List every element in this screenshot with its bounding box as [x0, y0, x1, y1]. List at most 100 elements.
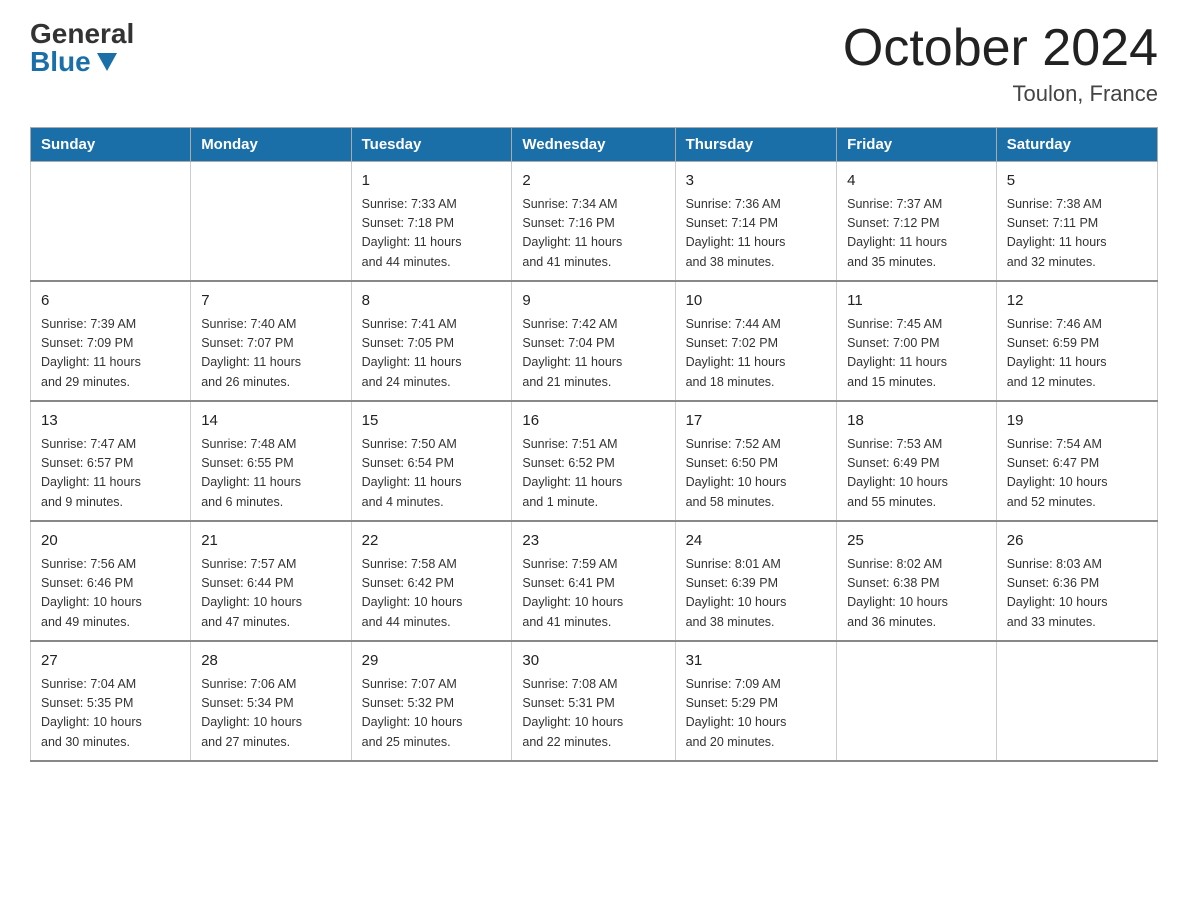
day-number: 6: [41, 290, 180, 313]
day-info: Sunrise: 7:46 AM Sunset: 6:59 PM Dayligh…: [1007, 315, 1147, 393]
day-info: Sunrise: 7:37 AM Sunset: 7:12 PM Dayligh…: [847, 195, 986, 273]
day-number: 9: [522, 290, 664, 313]
day-number: 8: [362, 290, 502, 313]
calendar-cell: 5Sunrise: 7:38 AM Sunset: 7:11 PM Daylig…: [996, 162, 1157, 282]
calendar-cell: 13Sunrise: 7:47 AM Sunset: 6:57 PM Dayli…: [31, 401, 191, 521]
calendar-cell: [837, 641, 997, 761]
day-info: Sunrise: 7:51 AM Sunset: 6:52 PM Dayligh…: [522, 435, 664, 513]
day-info: Sunrise: 7:08 AM Sunset: 5:31 PM Dayligh…: [522, 675, 664, 753]
day-number: 16: [522, 410, 664, 433]
weekday-header-monday: Monday: [191, 128, 351, 162]
day-number: 11: [847, 290, 986, 313]
day-info: Sunrise: 7:06 AM Sunset: 5:34 PM Dayligh…: [201, 675, 340, 753]
day-info: Sunrise: 7:42 AM Sunset: 7:04 PM Dayligh…: [522, 315, 664, 393]
calendar-header: SundayMondayTuesdayWednesdayThursdayFrid…: [31, 128, 1158, 162]
calendar-week-row: 6Sunrise: 7:39 AM Sunset: 7:09 PM Daylig…: [31, 281, 1158, 401]
weekday-header-sunday: Sunday: [31, 128, 191, 162]
day-info: Sunrise: 7:54 AM Sunset: 6:47 PM Dayligh…: [1007, 435, 1147, 513]
day-info: Sunrise: 7:36 AM Sunset: 7:14 PM Dayligh…: [686, 195, 827, 273]
calendar-week-row: 27Sunrise: 7:04 AM Sunset: 5:35 PM Dayli…: [31, 641, 1158, 761]
day-info: Sunrise: 7:39 AM Sunset: 7:09 PM Dayligh…: [41, 315, 180, 393]
day-number: 24: [686, 530, 827, 553]
calendar-cell: 24Sunrise: 8:01 AM Sunset: 6:39 PM Dayli…: [675, 521, 837, 641]
day-info: Sunrise: 7:58 AM Sunset: 6:42 PM Dayligh…: [362, 555, 502, 633]
day-number: 20: [41, 530, 180, 553]
day-info: Sunrise: 7:44 AM Sunset: 7:02 PM Dayligh…: [686, 315, 827, 393]
calendar-cell: 27Sunrise: 7:04 AM Sunset: 5:35 PM Dayli…: [31, 641, 191, 761]
day-info: Sunrise: 7:59 AM Sunset: 6:41 PM Dayligh…: [522, 555, 664, 633]
day-number: 28: [201, 650, 340, 673]
calendar-cell: 19Sunrise: 7:54 AM Sunset: 6:47 PM Dayli…: [996, 401, 1157, 521]
weekday-header-tuesday: Tuesday: [351, 128, 512, 162]
calendar-cell: 31Sunrise: 7:09 AM Sunset: 5:29 PM Dayli…: [675, 641, 837, 761]
day-number: 1: [362, 170, 502, 193]
day-number: 15: [362, 410, 502, 433]
title-area: October 2024 Toulon, France: [843, 20, 1158, 107]
day-info: Sunrise: 7:45 AM Sunset: 7:00 PM Dayligh…: [847, 315, 986, 393]
calendar-cell: 10Sunrise: 7:44 AM Sunset: 7:02 PM Dayli…: [675, 281, 837, 401]
day-info: Sunrise: 7:04 AM Sunset: 5:35 PM Dayligh…: [41, 675, 180, 753]
day-info: Sunrise: 7:07 AM Sunset: 5:32 PM Dayligh…: [362, 675, 502, 753]
day-info: Sunrise: 7:56 AM Sunset: 6:46 PM Dayligh…: [41, 555, 180, 633]
calendar-cell: 12Sunrise: 7:46 AM Sunset: 6:59 PM Dayli…: [996, 281, 1157, 401]
day-number: 10: [686, 290, 827, 313]
day-info: Sunrise: 7:47 AM Sunset: 6:57 PM Dayligh…: [41, 435, 180, 513]
calendar-cell: 25Sunrise: 8:02 AM Sunset: 6:38 PM Dayli…: [837, 521, 997, 641]
calendar-cell: 11Sunrise: 7:45 AM Sunset: 7:00 PM Dayli…: [837, 281, 997, 401]
day-number: 3: [686, 170, 827, 193]
calendar-cell: 21Sunrise: 7:57 AM Sunset: 6:44 PM Dayli…: [191, 521, 351, 641]
day-info: Sunrise: 8:01 AM Sunset: 6:39 PM Dayligh…: [686, 555, 827, 633]
day-info: Sunrise: 7:48 AM Sunset: 6:55 PM Dayligh…: [201, 435, 340, 513]
calendar-cell: 2Sunrise: 7:34 AM Sunset: 7:16 PM Daylig…: [512, 162, 675, 282]
calendar-cell: 4Sunrise: 7:37 AM Sunset: 7:12 PM Daylig…: [837, 162, 997, 282]
day-info: Sunrise: 7:33 AM Sunset: 7:18 PM Dayligh…: [362, 195, 502, 273]
calendar-cell: 9Sunrise: 7:42 AM Sunset: 7:04 PM Daylig…: [512, 281, 675, 401]
weekday-header-saturday: Saturday: [996, 128, 1157, 162]
day-number: 18: [847, 410, 986, 433]
weekday-header-row: SundayMondayTuesdayWednesdayThursdayFrid…: [31, 128, 1158, 162]
calendar-cell: 28Sunrise: 7:06 AM Sunset: 5:34 PM Dayli…: [191, 641, 351, 761]
calendar-cell: 6Sunrise: 7:39 AM Sunset: 7:09 PM Daylig…: [31, 281, 191, 401]
logo-general-text: General: [30, 20, 134, 48]
day-info: Sunrise: 7:34 AM Sunset: 7:16 PM Dayligh…: [522, 195, 664, 273]
day-number: 22: [362, 530, 502, 553]
day-info: Sunrise: 8:02 AM Sunset: 6:38 PM Dayligh…: [847, 555, 986, 633]
page-header: General Blue October 2024 Toulon, France: [30, 20, 1158, 107]
day-number: 19: [1007, 410, 1147, 433]
day-number: 21: [201, 530, 340, 553]
calendar-table: SundayMondayTuesdayWednesdayThursdayFrid…: [30, 127, 1158, 762]
calendar-cell: 17Sunrise: 7:52 AM Sunset: 6:50 PM Dayli…: [675, 401, 837, 521]
logo-blue-text: Blue: [30, 48, 117, 76]
day-info: Sunrise: 7:40 AM Sunset: 7:07 PM Dayligh…: [201, 315, 340, 393]
day-number: 23: [522, 530, 664, 553]
day-number: 25: [847, 530, 986, 553]
day-number: 27: [41, 650, 180, 673]
day-info: Sunrise: 7:50 AM Sunset: 6:54 PM Dayligh…: [362, 435, 502, 513]
weekday-header-friday: Friday: [837, 128, 997, 162]
calendar-cell: 15Sunrise: 7:50 AM Sunset: 6:54 PM Dayli…: [351, 401, 512, 521]
calendar-cell: 23Sunrise: 7:59 AM Sunset: 6:41 PM Dayli…: [512, 521, 675, 641]
day-info: Sunrise: 8:03 AM Sunset: 6:36 PM Dayligh…: [1007, 555, 1147, 633]
calendar-cell: [191, 162, 351, 282]
day-info: Sunrise: 7:38 AM Sunset: 7:11 PM Dayligh…: [1007, 195, 1147, 273]
day-number: 7: [201, 290, 340, 313]
day-info: Sunrise: 7:57 AM Sunset: 6:44 PM Dayligh…: [201, 555, 340, 633]
calendar-cell: 14Sunrise: 7:48 AM Sunset: 6:55 PM Dayli…: [191, 401, 351, 521]
location-label: Toulon, France: [843, 81, 1158, 107]
day-number: 12: [1007, 290, 1147, 313]
calendar-cell: 30Sunrise: 7:08 AM Sunset: 5:31 PM Dayli…: [512, 641, 675, 761]
calendar-cell: 16Sunrise: 7:51 AM Sunset: 6:52 PM Dayli…: [512, 401, 675, 521]
calendar-cell: 7Sunrise: 7:40 AM Sunset: 7:07 PM Daylig…: [191, 281, 351, 401]
calendar-cell: 20Sunrise: 7:56 AM Sunset: 6:46 PM Dayli…: [31, 521, 191, 641]
weekday-header-wednesday: Wednesday: [512, 128, 675, 162]
month-title: October 2024: [843, 20, 1158, 77]
day-number: 29: [362, 650, 502, 673]
day-number: 26: [1007, 530, 1147, 553]
calendar-body: 1Sunrise: 7:33 AM Sunset: 7:18 PM Daylig…: [31, 162, 1158, 762]
day-number: 30: [522, 650, 664, 673]
day-info: Sunrise: 7:41 AM Sunset: 7:05 PM Dayligh…: [362, 315, 502, 393]
day-number: 13: [41, 410, 180, 433]
calendar-cell: 22Sunrise: 7:58 AM Sunset: 6:42 PM Dayli…: [351, 521, 512, 641]
calendar-cell: 3Sunrise: 7:36 AM Sunset: 7:14 PM Daylig…: [675, 162, 837, 282]
calendar-cell: 26Sunrise: 8:03 AM Sunset: 6:36 PM Dayli…: [996, 521, 1157, 641]
